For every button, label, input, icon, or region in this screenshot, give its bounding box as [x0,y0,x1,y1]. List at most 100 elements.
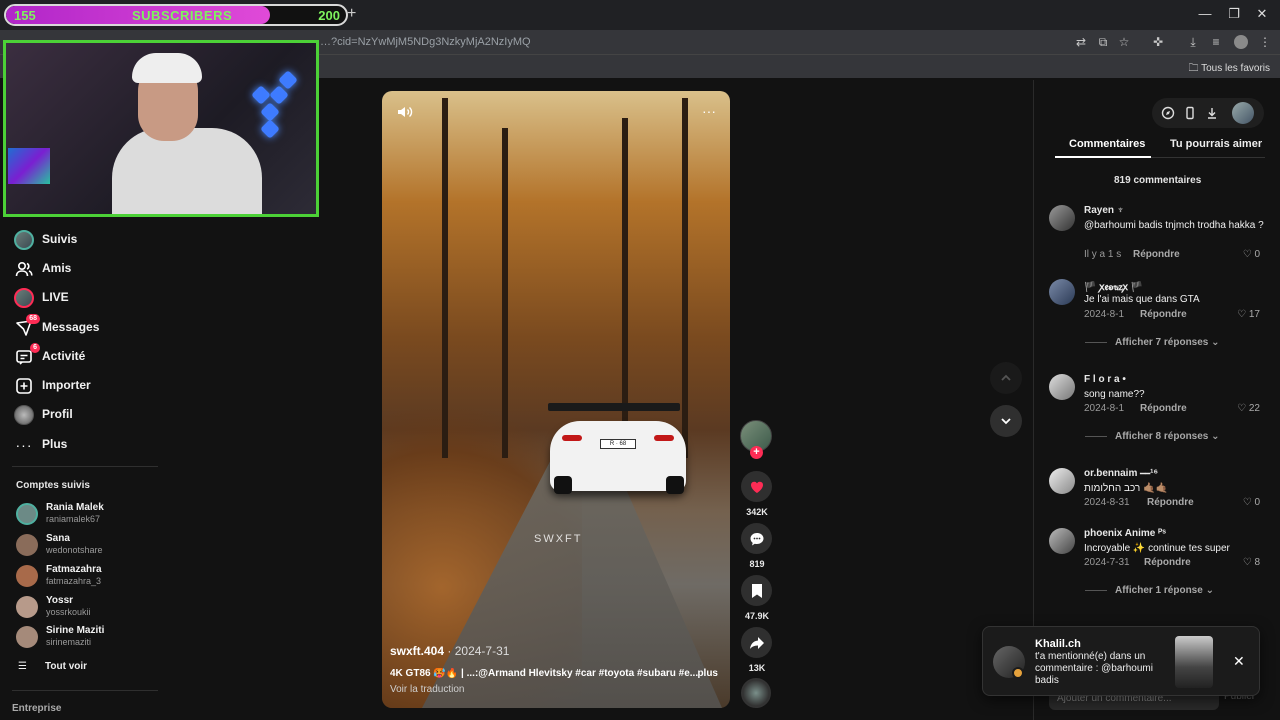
share-button[interactable] [741,627,772,658]
comment-like-count: 22 [1248,403,1260,414]
like-count: 342K [746,507,768,517]
nav-friends-label: Amis [42,261,72,275]
user-avatar[interactable] [1232,102,1254,124]
notification-badge-icon [1012,667,1024,679]
url-text[interactable]: …?cid=NzYwMjM5NDg3NzkyMjA2NzIyMQ [320,36,531,48]
see-translation-link[interactable]: Voir la traduction [390,684,465,695]
comment-user[interactable]: Rayen ♆ [1084,205,1124,216]
nav-friends[interactable]: Amis [14,257,71,281]
tab-comments[interactable]: Commentaires [1069,138,1145,150]
comment-avatar[interactable] [1049,279,1075,305]
video-options-icon[interactable]: ··· [702,103,716,119]
download-app-icon[interactable] [1205,106,1219,120]
live-icon [14,288,34,308]
comment-time: 2024-8-1 [1084,403,1125,414]
nav-following[interactable]: Suivis [14,228,77,252]
follow-plus-icon[interactable]: + [750,446,763,459]
comment-like[interactable]: ♡ 22 [1237,403,1260,414]
reply-button[interactable]: Répondre [1133,249,1180,260]
more-icon: ··· [15,437,33,453]
account-name: Fatmazahra [46,564,102,575]
nav-messages[interactable]: 68 Messages [14,314,99,340]
see-all-button[interactable]: ☰ Tout voir [18,661,87,672]
like-button[interactable] [741,471,772,502]
comment-avatar[interactable] [1049,528,1075,554]
all-bookmarks-folder[interactable]: 🗀 Tous les favoris [1188,61,1270,78]
caption-more-button[interactable]: plus [697,668,718,679]
previous-video-button[interactable] [990,362,1022,394]
download-icon[interactable]: ⤓ [1186,35,1200,49]
share-icon [749,636,764,649]
chevron-up-icon [1001,374,1011,381]
show-replies-button[interactable]: Afficher 7 réponses ⌄ [1085,337,1220,348]
close-icon[interactable]: ✕ [1233,653,1245,670]
tab-active-indicator [1055,156,1151,158]
extensions-icon[interactable]: ✜ [1151,35,1165,49]
followed-account[interactable]: Sana wedonotshare [16,531,216,559]
bookmark-star-icon[interactable]: ☆ [1117,35,1131,49]
restore-icon[interactable]: ❐ [1226,6,1242,22]
account-name: Sana [46,533,70,544]
close-window-icon[interactable]: ✕ [1254,6,1270,22]
comments-total: 819 commentaires [1114,175,1202,186]
save-button[interactable] [741,575,772,606]
volume-icon[interactable] [396,103,414,121]
minimize-icon[interactable]: — [1197,6,1213,21]
comment-user[interactable]: F l o r a • [1084,374,1126,385]
comment-avatar[interactable] [1049,468,1075,494]
phone-icon[interactable] [1183,106,1197,120]
menu-kebab-icon[interactable]: ⋮ [1258,35,1272,49]
followed-account[interactable]: Sirine Maziti sirinemaziti [16,623,216,651]
notification-thumbnail [1175,636,1213,688]
nav-upload[interactable]: Importer [14,374,91,398]
profile-avatar-icon[interactable] [1234,35,1248,49]
reply-button[interactable]: Répondre [1144,557,1191,568]
followed-account[interactable]: Rania Malek raniamalek67 [16,500,216,528]
notification-text: t'a mentionné(e) dans un commentaire : @… [1035,651,1153,686]
activity-icon: 6 [14,343,40,367]
show-replies-button[interactable]: Afficher 1 réponse ⌄ [1085,585,1214,596]
comment-button[interactable] [741,523,772,554]
music-disc-icon[interactable] [741,678,771,708]
video-player[interactable]: R · 68 SWXFT ··· swxft.404 · 2024-7-31 4… [382,91,730,708]
nav-live[interactable]: LIVE [14,286,69,310]
comment-like[interactable]: ♡ 0 [1243,249,1260,260]
mention-notification[interactable]: Khalil.ch t'a mentionné(e) dans un comme… [982,626,1260,696]
comment-text: song name?? [1084,389,1145,400]
video-author[interactable]: swxft.404 [390,644,444,658]
webcam-streamer-body [112,128,262,214]
install-icon[interactable]: ⧉ [1096,35,1110,49]
comment-avatar[interactable] [1049,374,1075,400]
new-tab-button[interactable]: + [347,5,356,23]
reply-button[interactable]: Répondre [1140,309,1187,320]
comment-time: Il y a 1 s [1084,249,1122,260]
explore-icon[interactable] [1161,106,1175,120]
next-video-button[interactable] [990,405,1022,437]
chevron-down-icon: ⌄ [1211,431,1220,442]
comment-like[interactable]: ♡ 8 [1243,557,1260,568]
tab-suggestions[interactable]: Tu pourrais aimer [1170,138,1262,150]
nav-profile[interactable]: Profil [14,403,73,427]
business-link[interactable]: Entreprise [12,703,61,714]
comment-user[interactable]: phoenix Anime ᴾˢ [1084,528,1166,539]
chevron-down-icon: ⌄ [1205,585,1214,596]
account-avatar [16,565,38,587]
friends-icon [14,259,34,279]
followed-account[interactable]: Fatmazahra fatmazahra_3 [16,562,216,590]
comment-user[interactable]: 🏴 ꭗꬲꭷꮏꮓꭗ 🏴 [1084,279,1143,293]
nav-more[interactable]: ··· Plus [14,433,68,457]
reply-button[interactable]: Répondre [1140,403,1187,414]
reply-button[interactable]: Répondre [1147,497,1194,508]
followed-account[interactable]: Yossr yossrkoukii [16,593,216,621]
nav-activity[interactable]: 6 Activité [14,343,85,369]
comment-user[interactable]: or.bennaim ⎯⎯¹⁶ [1084,468,1158,479]
account-name: Rania Malek [46,502,104,513]
comment-item: F l o r a • song name?? 2024-8-1 Répondr… [1049,374,1264,444]
show-replies-button[interactable]: Afficher 8 réponses ⌄ [1085,431,1220,442]
chevron-down-icon: ⌄ [1211,337,1220,348]
comment-avatar[interactable] [1049,205,1075,231]
comment-like[interactable]: ♡ 0 [1243,497,1260,508]
comment-like[interactable]: ♡ 17 [1237,309,1260,320]
reading-list-icon[interactable]: ≡ [1209,35,1223,49]
translate-icon[interactable]: ⇄ [1074,35,1088,49]
